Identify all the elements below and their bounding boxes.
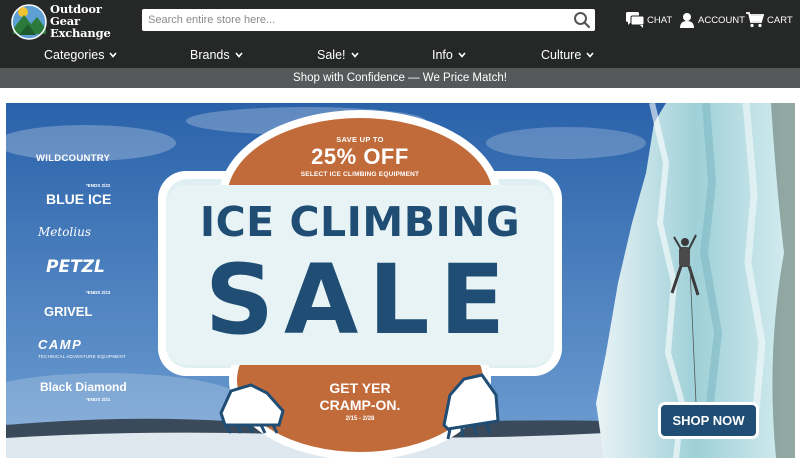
nav-culture[interactable]: Culture	[541, 42, 594, 68]
cart-icon	[746, 12, 764, 28]
nav-brands-label: Brands	[190, 48, 230, 62]
cart-link[interactable]: CART	[746, 10, 793, 30]
save-up-to-text: SAVE UP TO	[336, 135, 384, 144]
wild-country-ends-date: *ENDS 2/22	[86, 183, 111, 188]
cramp-on-tagline: GET YER CRAMP-ON.	[319, 380, 401, 413]
nav-categories-label: Categories	[44, 48, 105, 62]
petzl-ends-date: *ENDS 2/23	[86, 290, 111, 295]
nav-sale[interactable]: Sale!	[317, 42, 359, 68]
ice-climbing-sale-banner[interactable]: WILDCOUNTRY *ENDS 2/22 BLUE ICE Metolius…	[6, 103, 795, 458]
brand-camp-tagline: TECHNICAL ADVENTURE EQUIPMENT	[38, 354, 126, 359]
chevron-down-icon	[109, 52, 118, 58]
brand-black-diamond: Black Diamond	[40, 380, 127, 394]
black-diamond-ends-date: *ENDS 2/21	[86, 397, 111, 402]
price-match-banner[interactable]: Shop with Confidence — We Price Match!	[0, 68, 800, 88]
mountain-logo-icon	[11, 4, 47, 40]
sale-badge: SAVE UP TO 25% OFF SELECT ICE CLIMBING E…	[164, 120, 556, 450]
nav-sale-label: Sale!	[317, 48, 346, 62]
shop-now-button[interactable]: SHOP NOW	[658, 402, 759, 439]
sale-dates: 2/15 - 2/28	[345, 416, 375, 422]
chat-link[interactable]: CHAT	[626, 10, 672, 30]
sale-headline: SALE	[204, 244, 516, 356]
account-link[interactable]: ACCOUNT	[679, 10, 745, 30]
user-icon	[680, 13, 694, 28]
brand-petzl: PETZL	[46, 257, 105, 277]
chevron-down-icon	[235, 52, 243, 58]
nav-brands[interactable]: Brands	[190, 42, 243, 68]
nav-info-label: Info	[432, 48, 453, 62]
top-header: Outdoor Gear Exchange CHAT ACCOUNT	[0, 0, 800, 42]
search-input[interactable]	[142, 9, 562, 31]
nav-culture-label: Culture	[541, 48, 582, 62]
nav-categories[interactable]: Categories	[44, 42, 118, 68]
brand-wild-country: WILDCOUNTRY	[36, 153, 111, 164]
select-equipment-text: SELECT ICE CLIMBING EQUIPMENT	[300, 171, 420, 178]
brand-blue-ice: BLUE ICE	[46, 191, 112, 207]
logo-wordmark: Outdoor Gear Exchange	[50, 2, 111, 40]
ice-climbing-headline: ICE CLIMBING	[199, 198, 521, 246]
account-label: ACCOUNT	[698, 14, 745, 26]
site-logo[interactable]: Outdoor Gear Exchange	[10, 2, 120, 41]
chevron-down-icon	[586, 52, 594, 58]
discount-text: 25% OFF	[311, 144, 409, 169]
brand-camp: CAMP	[38, 337, 83, 352]
nav-info[interactable]: Info	[432, 42, 466, 68]
chat-label: CHAT	[647, 14, 673, 26]
chevron-down-icon	[458, 52, 466, 58]
search-bar	[142, 9, 595, 31]
brand-grivel: GRIVEL	[44, 304, 93, 319]
main-nav: Categories Brands Sale! Info Culture	[0, 42, 800, 68]
chevron-down-icon	[350, 52, 359, 58]
brand-metolius: Metolius	[38, 225, 91, 239]
search-icon[interactable]	[573, 11, 591, 29]
chat-icon	[626, 12, 644, 28]
cart-label: CART	[767, 14, 793, 26]
